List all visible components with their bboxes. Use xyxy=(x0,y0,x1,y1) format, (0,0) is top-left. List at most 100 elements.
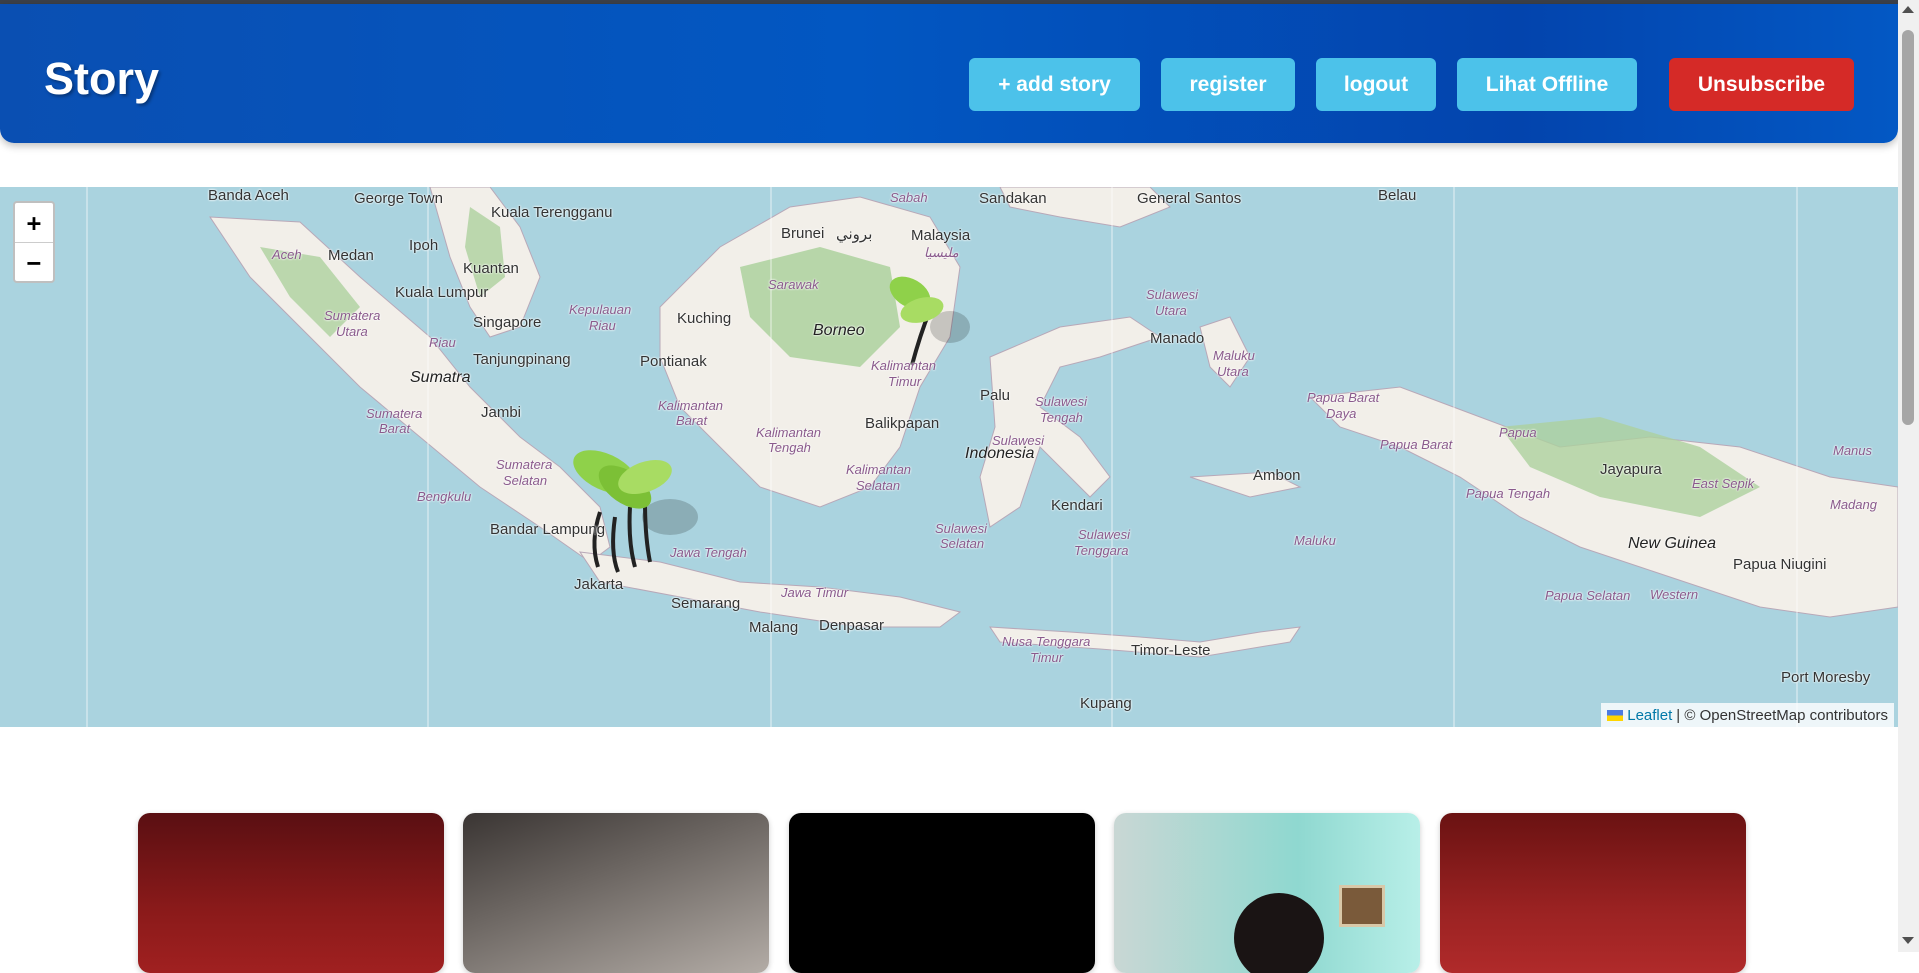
label-manado: Manado xyxy=(1150,330,1205,347)
wall-frame-shape xyxy=(1339,885,1385,927)
label-malaysia-local: مليسيا xyxy=(924,245,959,260)
label-kuching: Kuching xyxy=(677,310,732,327)
scroll-down-arrow-icon[interactable] xyxy=(1902,937,1914,944)
register-button[interactable]: register xyxy=(1161,58,1295,111)
label-malang: Malang xyxy=(749,619,799,636)
label-sumatera-utara-2: Utara xyxy=(336,324,368,339)
label-semarang: Semarang xyxy=(671,595,741,612)
leaflet-link[interactable]: Leaflet xyxy=(1627,707,1672,724)
label-bandar-lampung: Bandar Lampung xyxy=(490,521,606,538)
label-maluku: Maluku xyxy=(1294,533,1336,548)
brand-title[interactable]: Story xyxy=(44,53,159,105)
label-kuala-terengganu: Kuala Terengganu xyxy=(491,204,613,221)
label-pontianak: Pontianak xyxy=(640,353,707,370)
scroll-up-arrow-icon[interactable] xyxy=(1902,6,1914,13)
label-port-moresby: Port Moresby xyxy=(1781,669,1871,686)
label-indonesia: Indonesia xyxy=(965,445,1035,462)
label-jambi: Jambi xyxy=(481,404,522,421)
label-sulawesi-selatan-1: Sulawesi xyxy=(935,521,988,536)
label-madang: Madang xyxy=(1830,497,1877,512)
label-sumatera-selatan-2: Selatan xyxy=(503,473,548,488)
label-kendari: Kendari xyxy=(1051,497,1103,514)
label-sulawesi-tengah-1: Sulawesi xyxy=(1035,394,1088,409)
offline-button[interactable]: Lihat Offline xyxy=(1457,58,1637,111)
story-card-1[interactable] xyxy=(138,813,444,973)
label-palu: Palu xyxy=(980,387,1011,404)
label-sandakan: Sandakan xyxy=(979,190,1047,207)
label-maluku-utara-1: Maluku xyxy=(1213,348,1255,363)
label-papua-barat-daya-2: Daya xyxy=(1326,406,1357,421)
scroll-thumb[interactable] xyxy=(1902,30,1914,425)
label-sulawesi-utara-1: Sulawesi xyxy=(1146,287,1199,302)
story-card-4[interactable] xyxy=(1114,813,1420,973)
label-papua-barat-daya-1: Papua Barat xyxy=(1307,390,1380,405)
page-scrollbar[interactable] xyxy=(1898,0,1919,952)
story-card-2[interactable] xyxy=(463,813,769,973)
label-east-sepik: East Sepik xyxy=(1692,476,1755,491)
zoom-control: + − xyxy=(13,201,55,283)
label-new-guinea: New Guinea xyxy=(1628,535,1717,552)
label-kalimantan-barat-2: Barat xyxy=(676,413,708,428)
label-sulawesi-tenggara-1: Sulawesi xyxy=(1078,527,1131,542)
story-card-5[interactable] xyxy=(1440,813,1746,973)
story-map[interactable]: Banda Aceh George Town Kuala Terengganu … xyxy=(0,187,1898,727)
story-card-3[interactable] xyxy=(789,813,1095,973)
label-sumatera-selatan-1: Sumatera xyxy=(496,457,553,472)
label-sumatra: Sumatra xyxy=(410,369,471,386)
label-bengkulu: Bengkulu xyxy=(417,489,472,504)
map-attribution: Leaflet | © OpenStreetMap contributors xyxy=(1601,703,1894,727)
logout-button[interactable]: logout xyxy=(1316,58,1436,111)
label-tanjungpinang: Tanjungpinang xyxy=(473,351,571,368)
label-aceh: Aceh xyxy=(272,247,302,262)
label-sumatera-barat-2: Barat xyxy=(379,421,411,436)
person-photo-shape xyxy=(1234,893,1324,973)
label-kuantan: Kuantan xyxy=(463,260,519,277)
label-singapore: Singapore xyxy=(473,314,542,331)
label-sabah: Sabah xyxy=(890,190,928,205)
label-denpasar: Denpasar xyxy=(819,617,885,634)
label-papua-selatan: Papua Selatan xyxy=(1545,588,1631,603)
label-general-santos: General Santos xyxy=(1137,190,1242,207)
label-sumatera-barat-1: Sumatera xyxy=(366,406,423,421)
label-kuala-lumpur: Kuala Lumpur xyxy=(395,284,489,301)
zoom-out-button[interactable]: − xyxy=(15,243,53,282)
label-ipoh: Ipoh xyxy=(409,237,439,254)
label-belau: Belau xyxy=(1378,187,1417,204)
label-banda-aceh: Banda Aceh xyxy=(208,187,289,204)
label-kalimantan-tengah-2: Tengah xyxy=(768,440,811,455)
label-papua-tengah: Papua Tengah xyxy=(1466,486,1551,501)
label-kalimantan-timur-2: Timur xyxy=(888,374,922,389)
label-ambon: Ambon xyxy=(1253,467,1301,484)
label-george-town: George Town xyxy=(354,190,443,207)
label-jakarta: Jakarta xyxy=(574,576,624,593)
leaf-marker-cluster-java[interactable] xyxy=(560,442,710,582)
label-sulawesi-utara-2: Utara xyxy=(1155,303,1187,318)
ukraine-flag-icon xyxy=(1607,709,1624,721)
site-header: Story + add story register logout Lihat … xyxy=(0,4,1898,143)
label-brunei-local: بروني xyxy=(836,226,873,243)
label-sulawesi-selatan-2: Selatan xyxy=(940,536,985,551)
label-kepulauan-riau-1: Kepulauan xyxy=(569,302,632,317)
label-maluku-utara-2: Utara xyxy=(1217,364,1249,379)
label-brunei: Brunei xyxy=(781,225,825,242)
label-sulawesi-tenggara-2: Tenggara xyxy=(1074,543,1129,558)
unsubscribe-button[interactable]: Unsubscribe xyxy=(1669,58,1854,111)
attribution-text: | © OpenStreetMap contributors xyxy=(1676,706,1888,724)
label-timor-leste: Timor-Leste xyxy=(1131,642,1211,659)
label-papua-niugini: Papua Niugini xyxy=(1733,556,1827,573)
label-malaysia: Malaysia xyxy=(911,227,971,244)
label-riau: Riau xyxy=(429,335,456,350)
label-jawa-timur: Jawa Timur xyxy=(781,585,849,600)
zoom-in-button[interactable]: + xyxy=(15,203,53,243)
label-manus: Manus xyxy=(1833,443,1873,458)
label-sulawesi-tengah-2: Tengah xyxy=(1040,410,1083,425)
label-kalimantan-selatan-1: Kalimantan xyxy=(846,462,912,477)
label-papua-barat: Papua Barat xyxy=(1380,437,1453,452)
label-papua: Papua xyxy=(1499,425,1537,440)
add-story-button[interactable]: + add story xyxy=(969,58,1140,111)
label-kalimantan-tengah-1: Kalimantan xyxy=(756,425,822,440)
label-borneo: Borneo xyxy=(813,322,865,339)
label-kepulauan-riau-2: Riau xyxy=(589,318,616,333)
label-jayapura: Jayapura xyxy=(1600,461,1662,478)
label-medan: Medan xyxy=(328,247,374,264)
